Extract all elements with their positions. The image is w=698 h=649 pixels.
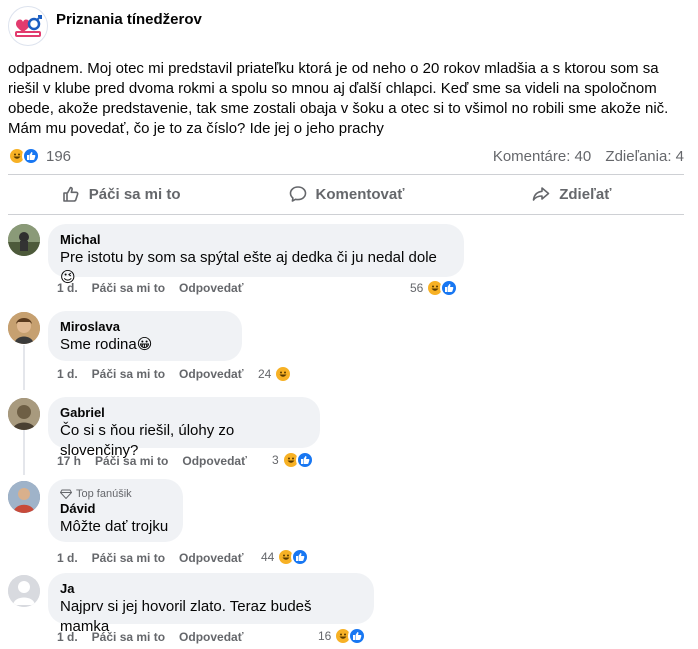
comment-time[interactable]: 1 d. <box>57 630 78 644</box>
comment-text: Sme rodina😀 <box>60 336 153 353</box>
thumbs-up-icon <box>62 186 79 202</box>
like-button-label: Páči sa mi to <box>88 185 181 203</box>
comment-reaction-count: 56 <box>410 281 424 295</box>
post-header: Priznania tínedžerov <box>8 6 202 46</box>
comment-bubble: Michal Pre istotu by som sa spýtal ešte … <box>48 224 464 286</box>
comment-reply-button[interactable]: Odpovedať <box>182 454 246 468</box>
comment-reaction-count: 44 <box>261 550 275 564</box>
comment-button-label: Komentovať <box>315 185 405 203</box>
comment-reactions[interactable]: 44 <box>261 548 310 566</box>
default-user-icon <box>8 575 40 607</box>
comment-text: Môžte dať trojku <box>60 518 169 535</box>
like-reaction-icon <box>440 279 459 297</box>
comment-button[interactable]: Komentovať <box>233 177 458 211</box>
like-reaction-icon <box>295 451 314 469</box>
comment-time[interactable]: 17 h <box>57 454 81 468</box>
comment-reply-button[interactable]: Odpovedať <box>179 551 243 565</box>
comment-icon <box>289 186 306 202</box>
divider <box>8 174 684 175</box>
comment-meta: 1 d. Páči sa mi to Odpovedať <box>57 551 243 565</box>
comment-bubble: Top fanúšik Dávid Môžte dať trojku <box>48 479 183 542</box>
comment-meta: 1 d. Páči sa mi to Odpovedať <box>57 281 243 295</box>
comment-meta: 17 h Páči sa mi to Odpovedať <box>57 454 247 468</box>
avatar[interactable] <box>8 224 40 256</box>
comment-reply-button[interactable]: Odpovedať <box>179 630 243 644</box>
comment-time[interactable]: 1 d. <box>57 281 78 295</box>
comment-meta: 1 d. Páči sa mi to Odpovedať <box>57 630 243 644</box>
page-logo[interactable] <box>8 6 48 46</box>
shares-count-link[interactable]: Zdieľania: 4 <box>605 148 684 165</box>
comment-bubble: Miroslava Sme rodina😀 <box>48 311 242 361</box>
post-stats: 196 Komentáre: 40 Zdieľania: 4 <box>8 145 684 167</box>
comment-author[interactable]: Ja <box>60 581 362 597</box>
like-button[interactable]: Páči sa mi to <box>8 177 233 211</box>
comment-reactions[interactable]: 16 <box>318 627 367 645</box>
reactions-summary[interactable]: 196 <box>8 147 71 165</box>
post-text: odpadnem. Moj otec mi predstavil priateľ… <box>8 60 669 137</box>
post-actions: Páči sa mi to Komentovať Zdieľať <box>8 177 684 211</box>
heart-ring-logo-icon <box>10 8 46 44</box>
comment-reactions[interactable]: 56 <box>410 279 459 297</box>
share-button[interactable]: Zdieľať <box>459 177 684 211</box>
share-icon <box>532 187 550 201</box>
comment-like-button[interactable]: Páči sa mi to <box>92 281 165 295</box>
thread-line <box>23 430 25 475</box>
comment-meta: 1 d. Páči sa mi to Odpovedať <box>57 367 243 381</box>
comment-author[interactable]: Miroslava <box>60 319 230 335</box>
comment-reaction-count: 3 <box>272 453 279 467</box>
comment-bubble: Ja Najprv si jej hovoril zlato. Teraz bu… <box>48 573 374 635</box>
like-reaction-icon <box>348 627 367 645</box>
comment-reaction-count: 16 <box>318 629 332 643</box>
share-button-label: Zdieľať <box>559 185 612 203</box>
comment-author[interactable]: Michal <box>60 232 452 248</box>
comment-reaction-count: 24 <box>258 367 272 381</box>
comment-like-button[interactable]: Páči sa mi to <box>92 630 165 644</box>
comment-author[interactable]: Dávid <box>60 501 171 517</box>
comment-author[interactable]: Gabriel <box>60 405 308 421</box>
diamond-icon <box>60 489 72 499</box>
top-fan-label: Top fanúšik <box>76 488 132 500</box>
comments-count-link[interactable]: Komentáre: 40 <box>493 148 591 165</box>
comment-like-button[interactable]: Páči sa mi to <box>95 454 168 468</box>
reactions-count: 196 <box>46 147 72 165</box>
comment-like-button[interactable]: Páči sa mi to <box>92 367 165 381</box>
comment-reply-button[interactable]: Odpovedať <box>179 367 243 381</box>
comment-reactions[interactable]: 3 <box>272 451 314 469</box>
thread-line <box>23 345 25 390</box>
page-name[interactable]: Priznania tínedžerov <box>56 11 202 28</box>
comment-bubble: Gabriel Čo si s ňou riešil, úlohy zo slo… <box>48 397 320 459</box>
comment-like-button[interactable]: Páči sa mi to <box>92 551 165 565</box>
divider <box>8 214 684 215</box>
comment-reactions[interactable]: 24 <box>258 365 293 383</box>
comment-time[interactable]: 1 d. <box>57 551 78 565</box>
avatar[interactable] <box>8 398 40 430</box>
avatar[interactable] <box>8 481 40 513</box>
comment-time[interactable]: 1 d. <box>57 367 78 381</box>
haha-reaction-icon <box>274 365 293 383</box>
like-reaction-icon <box>22 147 40 165</box>
comment-reply-button[interactable]: Odpovedať <box>179 281 243 295</box>
top-fan-badge[interactable]: Top fanúšik <box>60 487 171 501</box>
avatar[interactable] <box>8 575 40 607</box>
avatar[interactable] <box>8 312 40 344</box>
like-reaction-icon <box>291 548 310 566</box>
